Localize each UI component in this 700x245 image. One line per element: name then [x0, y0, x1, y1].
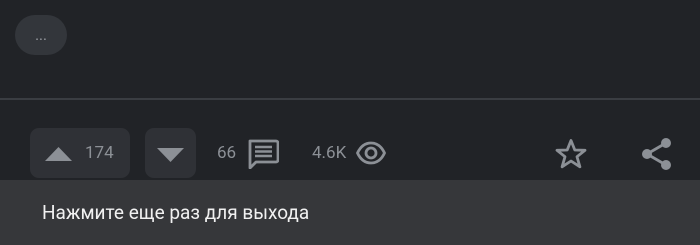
- more-button[interactable]: ...: [15, 15, 67, 55]
- downvote-button[interactable]: [145, 128, 196, 178]
- star-outline-icon[interactable]: [555, 138, 587, 174]
- comment-icon: [247, 139, 280, 173]
- eye-icon: [356, 139, 386, 171]
- share-icon[interactable]: [640, 137, 672, 175]
- upvote-count: 174: [85, 143, 114, 163]
- view-count: 4.6K: [312, 143, 347, 163]
- triangle-down-icon: [157, 147, 184, 166]
- toast-message: Нажмите еще раз для выхода: [42, 201, 310, 224]
- divider: [0, 98, 700, 100]
- triangle-up-icon: [45, 146, 72, 165]
- post-screen: ... 174 66 4.6K Нажмите еще раз для выхо…: [0, 0, 700, 245]
- upvote-button[interactable]: 174: [30, 128, 130, 178]
- exit-toast: Нажмите еще раз для выхода: [0, 180, 700, 245]
- comment-count: 66: [217, 143, 237, 163]
- post-action-bar: 174 66 4.6K: [0, 128, 700, 180]
